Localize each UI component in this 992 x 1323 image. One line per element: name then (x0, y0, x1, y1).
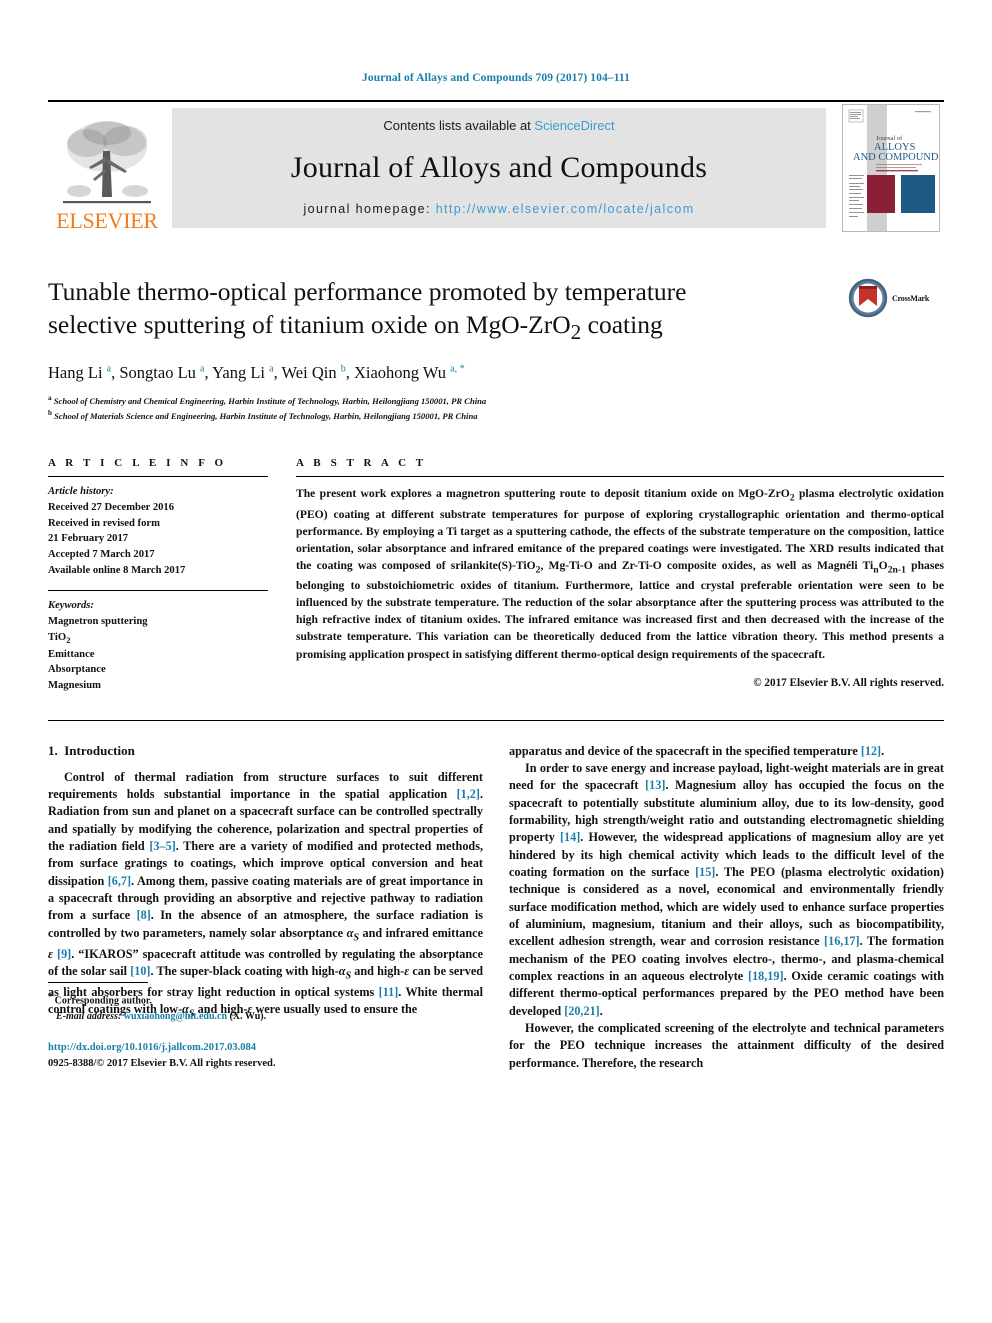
article-info-column: A R T I C L E I N F O Article history: R… (48, 457, 296, 694)
footnote-rule (48, 982, 148, 991)
keyword-item: Absorptance (48, 664, 106, 676)
email-label: E-mail address: (56, 1010, 122, 1022)
contents-prefix: Contents lists available at (383, 118, 535, 133)
keywords-rule (48, 590, 268, 592)
history-item: Available online 8 March 2017 (48, 564, 186, 576)
section-title-text: Introduction (64, 742, 135, 758)
intro-paragraph-2: apparatus and device of the spacecraft i… (509, 743, 885, 758)
footnote-area: * Corresponding author. E-mail address: … (48, 966, 488, 1072)
corresponding-marker: * (48, 992, 53, 1002)
article-history: Article history: Received 27 December 20… (48, 484, 268, 578)
crossmark-badge[interactable]: CrossMark (848, 276, 944, 318)
sciencedirect-link[interactable]: ScienceDirect (534, 118, 614, 133)
svg-text:AND COMPOUNDS: AND COMPOUNDS (853, 152, 939, 163)
journal-homepage-line: journal homepage: http://www.elsevier.co… (303, 202, 694, 216)
citation-ref[interactable]: [13] (645, 778, 665, 792)
article-info-rule (48, 476, 268, 478)
corresponding-author-label: Corresponding author. (54, 995, 152, 1007)
svg-text:Journal of: Journal of (876, 135, 903, 142)
history-item: Accepted 7 March 2017 (48, 548, 155, 560)
history-item: Received in revised form (48, 517, 160, 529)
body-column-right: apparatus and device of the spacecraft i… (509, 743, 944, 1072)
citation-ref[interactable]: [3–5] (149, 839, 175, 853)
doi-link[interactable]: http://dx.doi.org/10.1016/j.jallcom.2017… (48, 1040, 468, 1056)
citation-ref[interactable]: [8] (137, 908, 151, 922)
abstract-rule (296, 476, 944, 478)
cover-image: Journal of ALLOYS AND COMPOUNDS (842, 104, 940, 232)
citation-ref[interactable]: [1,2] (457, 787, 480, 801)
corresponding-author-note: * Corresponding author. E-mail address: … (48, 991, 468, 1023)
keyword-item: Magnetron sputtering (48, 615, 148, 627)
email-link[interactable]: wuxiaohong@hit.edu.cn (124, 1011, 227, 1022)
cover-artwork-icon: Journal of ALLOYS AND COMPOUNDS (843, 105, 939, 231)
intro-paragraph-3: In order to save energy and increase pay… (509, 761, 944, 1018)
homepage-label: journal homepage: (303, 202, 436, 216)
keyword-item: TiO2 (48, 631, 71, 645)
crossmark-label: CrossMark (892, 293, 930, 303)
affiliation-b-text: School of Materials Science and Engineer… (54, 410, 478, 421)
journal-cover-thumbnail: Journal of ALLOYS AND COMPOUNDS (838, 102, 944, 234)
doi-block: http://dx.doi.org/10.1016/j.jallcom.2017… (48, 1040, 468, 1073)
citation-ref[interactable]: [9] (57, 947, 71, 961)
intro-paragraph-4: However, the complicated screening of th… (509, 1021, 944, 1070)
history-item: 21 February 2017 (48, 533, 129, 545)
title-block: Tunable thermo-optical performance promo… (48, 276, 944, 423)
crossmark-icon (848, 278, 888, 318)
contents-available-line: Contents lists available at ScienceDirec… (383, 118, 614, 133)
body-columns: 1. Introduction Control of thermal radia… (48, 743, 944, 1072)
paper-page: Journal of Allays and Compounds 709 (201… (0, 0, 992, 1323)
abstract-heading: A B S T R A C T (296, 457, 427, 470)
citation-ref[interactable]: [6,7] (108, 874, 131, 888)
journal-masthead: ELSEVIER Contents lists available at Sci… (48, 100, 944, 234)
journal-title: Journal of Alloys and Compounds (290, 150, 708, 184)
citation-ref[interactable]: [12] (861, 744, 881, 758)
elsevier-wordmark: ELSEVIER (56, 208, 158, 233)
running-head: Journal of Allays and Compounds 709 (201… (362, 72, 630, 84)
abstract-text: The present work explores a magnetron sp… (296, 487, 944, 661)
affiliation-b: b School of Materials Science and Engine… (48, 409, 478, 421)
citation-ref[interactable]: [18,19] (748, 969, 784, 983)
elsevier-logo: ELSEVIER (48, 102, 166, 234)
history-item: Received 27 December 2016 (48, 501, 175, 513)
info-abstract-section: A R T I C L E I N F O Article history: R… (48, 457, 944, 694)
section-title-introduction: 1. Introduction (48, 743, 483, 759)
affiliations: a School of Chemistry and Chemical Engin… (48, 393, 838, 423)
article-history-label: Article history: (48, 486, 114, 498)
elsevier-tree-icon (63, 121, 151, 204)
citation-ref[interactable]: [16,17] (824, 934, 860, 948)
title-line-1: Tunable thermo-optical performance promo… (48, 277, 687, 306)
abstract-copyright: © 2017 Elsevier B.V. All rights reserved… (753, 676, 944, 689)
citation-ref[interactable]: [15] (695, 865, 715, 879)
email-line: E-mail address: wuxiaohong@hit.edu.cn (X… (48, 1009, 468, 1024)
keyword-item: Emittance (48, 648, 95, 660)
issn-copyright-line: 0925-8388/© 2017 Elsevier B.V. All right… (48, 1057, 276, 1069)
keywords-list: Keywords: Magnetron sputtering TiO2 Emit… (48, 598, 268, 694)
email-suffix: (X. Wu). (229, 1010, 267, 1022)
keyword-item: Magnesium (48, 680, 101, 692)
keywords-label: Keywords: (48, 600, 94, 612)
article-info-heading: A R T I C L E I N F O (48, 457, 227, 470)
affiliation-a-text: School of Chemistry and Chemical Enginee… (53, 395, 487, 406)
homepage-url-link[interactable]: http://www.elsevier.com/locate/jalcom (436, 202, 695, 216)
abstract-column: A B S T R A C T The present work explore… (296, 457, 944, 694)
citation-ref[interactable]: [20,21] (564, 1004, 600, 1018)
citation-ref[interactable]: [14] (560, 830, 580, 844)
affiliation-a: a School of Chemistry and Chemical Engin… (48, 393, 487, 406)
body-column-left: 1. Introduction Control of thermal radia… (48, 743, 483, 1072)
page-title: Tunable thermo-optical performance promo… (48, 276, 838, 346)
corresponding-author-line: * Corresponding author. (48, 991, 468, 1008)
section-number: 1. (48, 742, 58, 758)
title-line-2: selective sputtering of titanium oxide o… (48, 309, 663, 344)
masthead-band: Contents lists available at ScienceDirec… (172, 108, 826, 228)
body-divider (48, 719, 944, 721)
author-list: Hang Li a, Songtao Lu a, Yang Li a, Wei … (48, 362, 465, 382)
